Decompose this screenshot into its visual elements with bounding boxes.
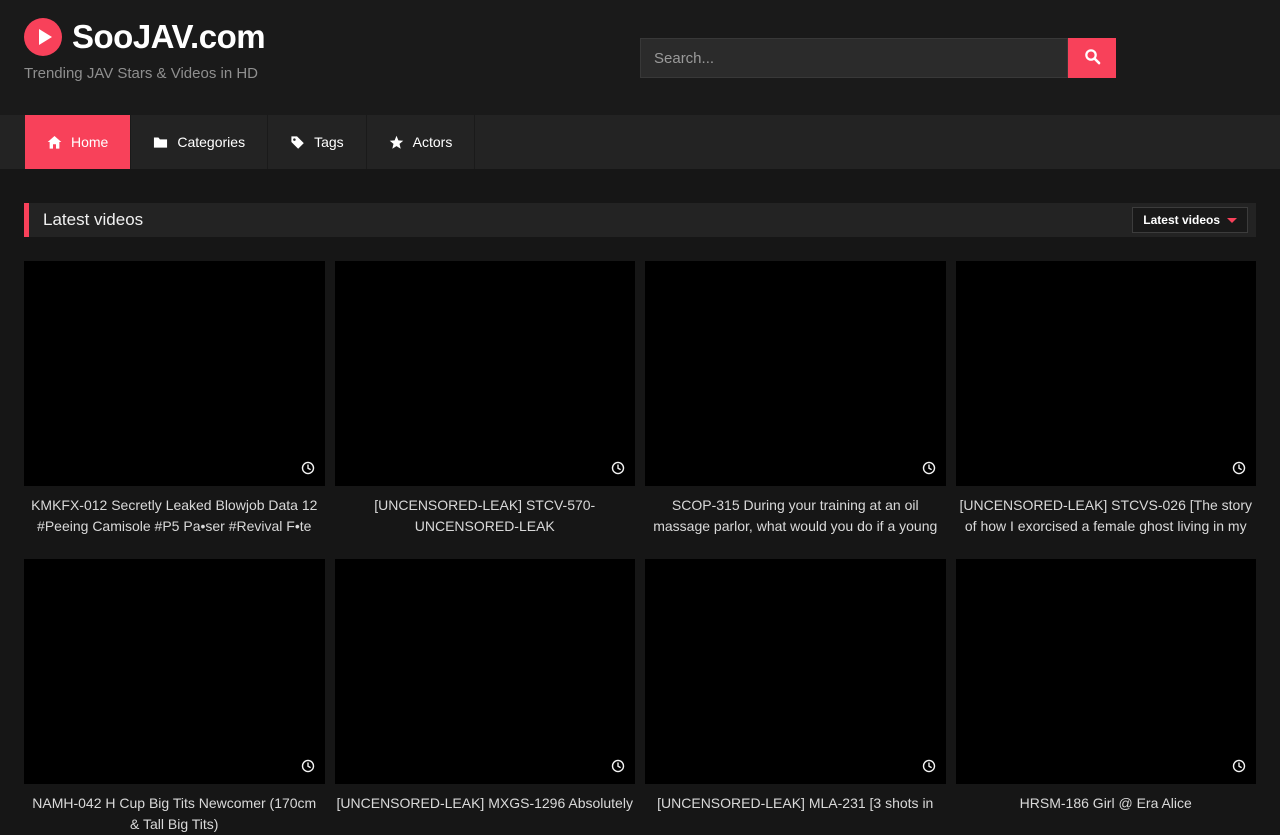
video-card[interactable]: SCOP-315 During your training at an oil … — [645, 261, 946, 537]
site-name: SooJAV.com — [72, 18, 265, 56]
video-title[interactable]: [UNCENSORED-LEAK] STCVS-026 [The story o… — [956, 495, 1257, 537]
nav-item-label: Categories — [177, 134, 245, 150]
clock-icon — [301, 461, 315, 475]
nav-item-home[interactable]: Home — [25, 115, 131, 169]
clock-icon — [922, 461, 936, 475]
site-tagline: Trending JAV Stars & Videos in HD — [24, 65, 265, 82]
search-form — [640, 38, 1116, 78]
search-input[interactable] — [640, 38, 1068, 78]
video-card[interactable]: [UNCENSORED-LEAK] MLA-231 [3 shots in — [645, 559, 946, 835]
clock-icon — [922, 759, 936, 773]
play-circle-icon — [24, 18, 62, 56]
nav-item-tags[interactable]: Tags — [268, 115, 367, 169]
site-header: SooJAV.com Trending JAV Stars & Videos i… — [0, 0, 1280, 115]
section-title: Latest videos — [43, 210, 143, 230]
video-card[interactable]: KMKFX-012 Secretly Leaked Blowjob Data 1… — [24, 261, 325, 537]
home-icon — [47, 135, 62, 150]
video-title[interactable]: HRSM-186 Girl @ Era Alice — [956, 793, 1257, 814]
video-thumbnail[interactable] — [645, 261, 946, 486]
video-card[interactable]: [UNCENSORED-LEAK] STCV-570-UNCENSORED-LE… — [335, 261, 636, 537]
clock-icon — [611, 759, 625, 773]
nav-item-actors[interactable]: Actors — [367, 115, 476, 169]
video-title[interactable]: KMKFX-012 Secretly Leaked Blowjob Data 1… — [24, 495, 325, 537]
main-nav: Home Categories Tags Actors — [0, 115, 1280, 169]
tag-icon — [290, 135, 305, 150]
video-card[interactable]: [UNCENSORED-LEAK] MXGS-1296 Absolutely — [335, 559, 636, 835]
logo-block: SooJAV.com Trending JAV Stars & Videos i… — [24, 18, 265, 82]
site-logo[interactable]: SooJAV.com — [24, 18, 265, 56]
nav-item-categories[interactable]: Categories — [131, 115, 268, 169]
star-icon — [389, 135, 404, 150]
clock-icon — [1232, 461, 1246, 475]
clock-icon — [301, 759, 315, 773]
nav-item-label: Tags — [314, 134, 344, 150]
video-thumbnail[interactable] — [335, 261, 636, 486]
video-title[interactable]: SCOP-315 During your training at an oil … — [645, 495, 946, 537]
search-button[interactable] — [1068, 38, 1116, 78]
video-thumbnail[interactable] — [645, 559, 946, 784]
video-thumbnail[interactable] — [24, 261, 325, 486]
nav-item-label: Actors — [413, 134, 453, 150]
sort-dropdown[interactable]: Latest videos — [1132, 207, 1248, 233]
video-title[interactable]: [UNCENSORED-LEAK] MXGS-1296 Absolutely — [335, 793, 636, 814]
search-icon — [1084, 48, 1101, 68]
main-content: Latest videos Latest videos KMKFX-012 Se… — [24, 203, 1256, 835]
video-title[interactable]: [UNCENSORED-LEAK] STCV-570-UNCENSORED-LE… — [335, 495, 636, 537]
video-thumbnail[interactable] — [335, 559, 636, 784]
video-grid: KMKFX-012 Secretly Leaked Blowjob Data 1… — [24, 261, 1256, 835]
nav-item-label: Home — [71, 134, 108, 150]
clock-icon — [611, 461, 625, 475]
section-header: Latest videos Latest videos — [24, 203, 1256, 237]
caret-down-icon — [1227, 218, 1237, 223]
video-card[interactable]: NAMH-042 H Cup Big Tits Newcomer (170cm … — [24, 559, 325, 835]
video-thumbnail[interactable] — [956, 559, 1257, 784]
clock-icon — [1232, 759, 1246, 773]
sort-dropdown-label: Latest videos — [1143, 213, 1220, 227]
video-thumbnail[interactable] — [956, 261, 1257, 486]
video-title[interactable]: [UNCENSORED-LEAK] MLA-231 [3 shots in — [645, 793, 946, 814]
folder-icon — [153, 135, 168, 150]
video-card[interactable]: [UNCENSORED-LEAK] STCVS-026 [The story o… — [956, 261, 1257, 537]
video-thumbnail[interactable] — [24, 559, 325, 784]
video-card[interactable]: HRSM-186 Girl @ Era Alice — [956, 559, 1257, 835]
video-title[interactable]: NAMH-042 H Cup Big Tits Newcomer (170cm … — [24, 793, 325, 835]
